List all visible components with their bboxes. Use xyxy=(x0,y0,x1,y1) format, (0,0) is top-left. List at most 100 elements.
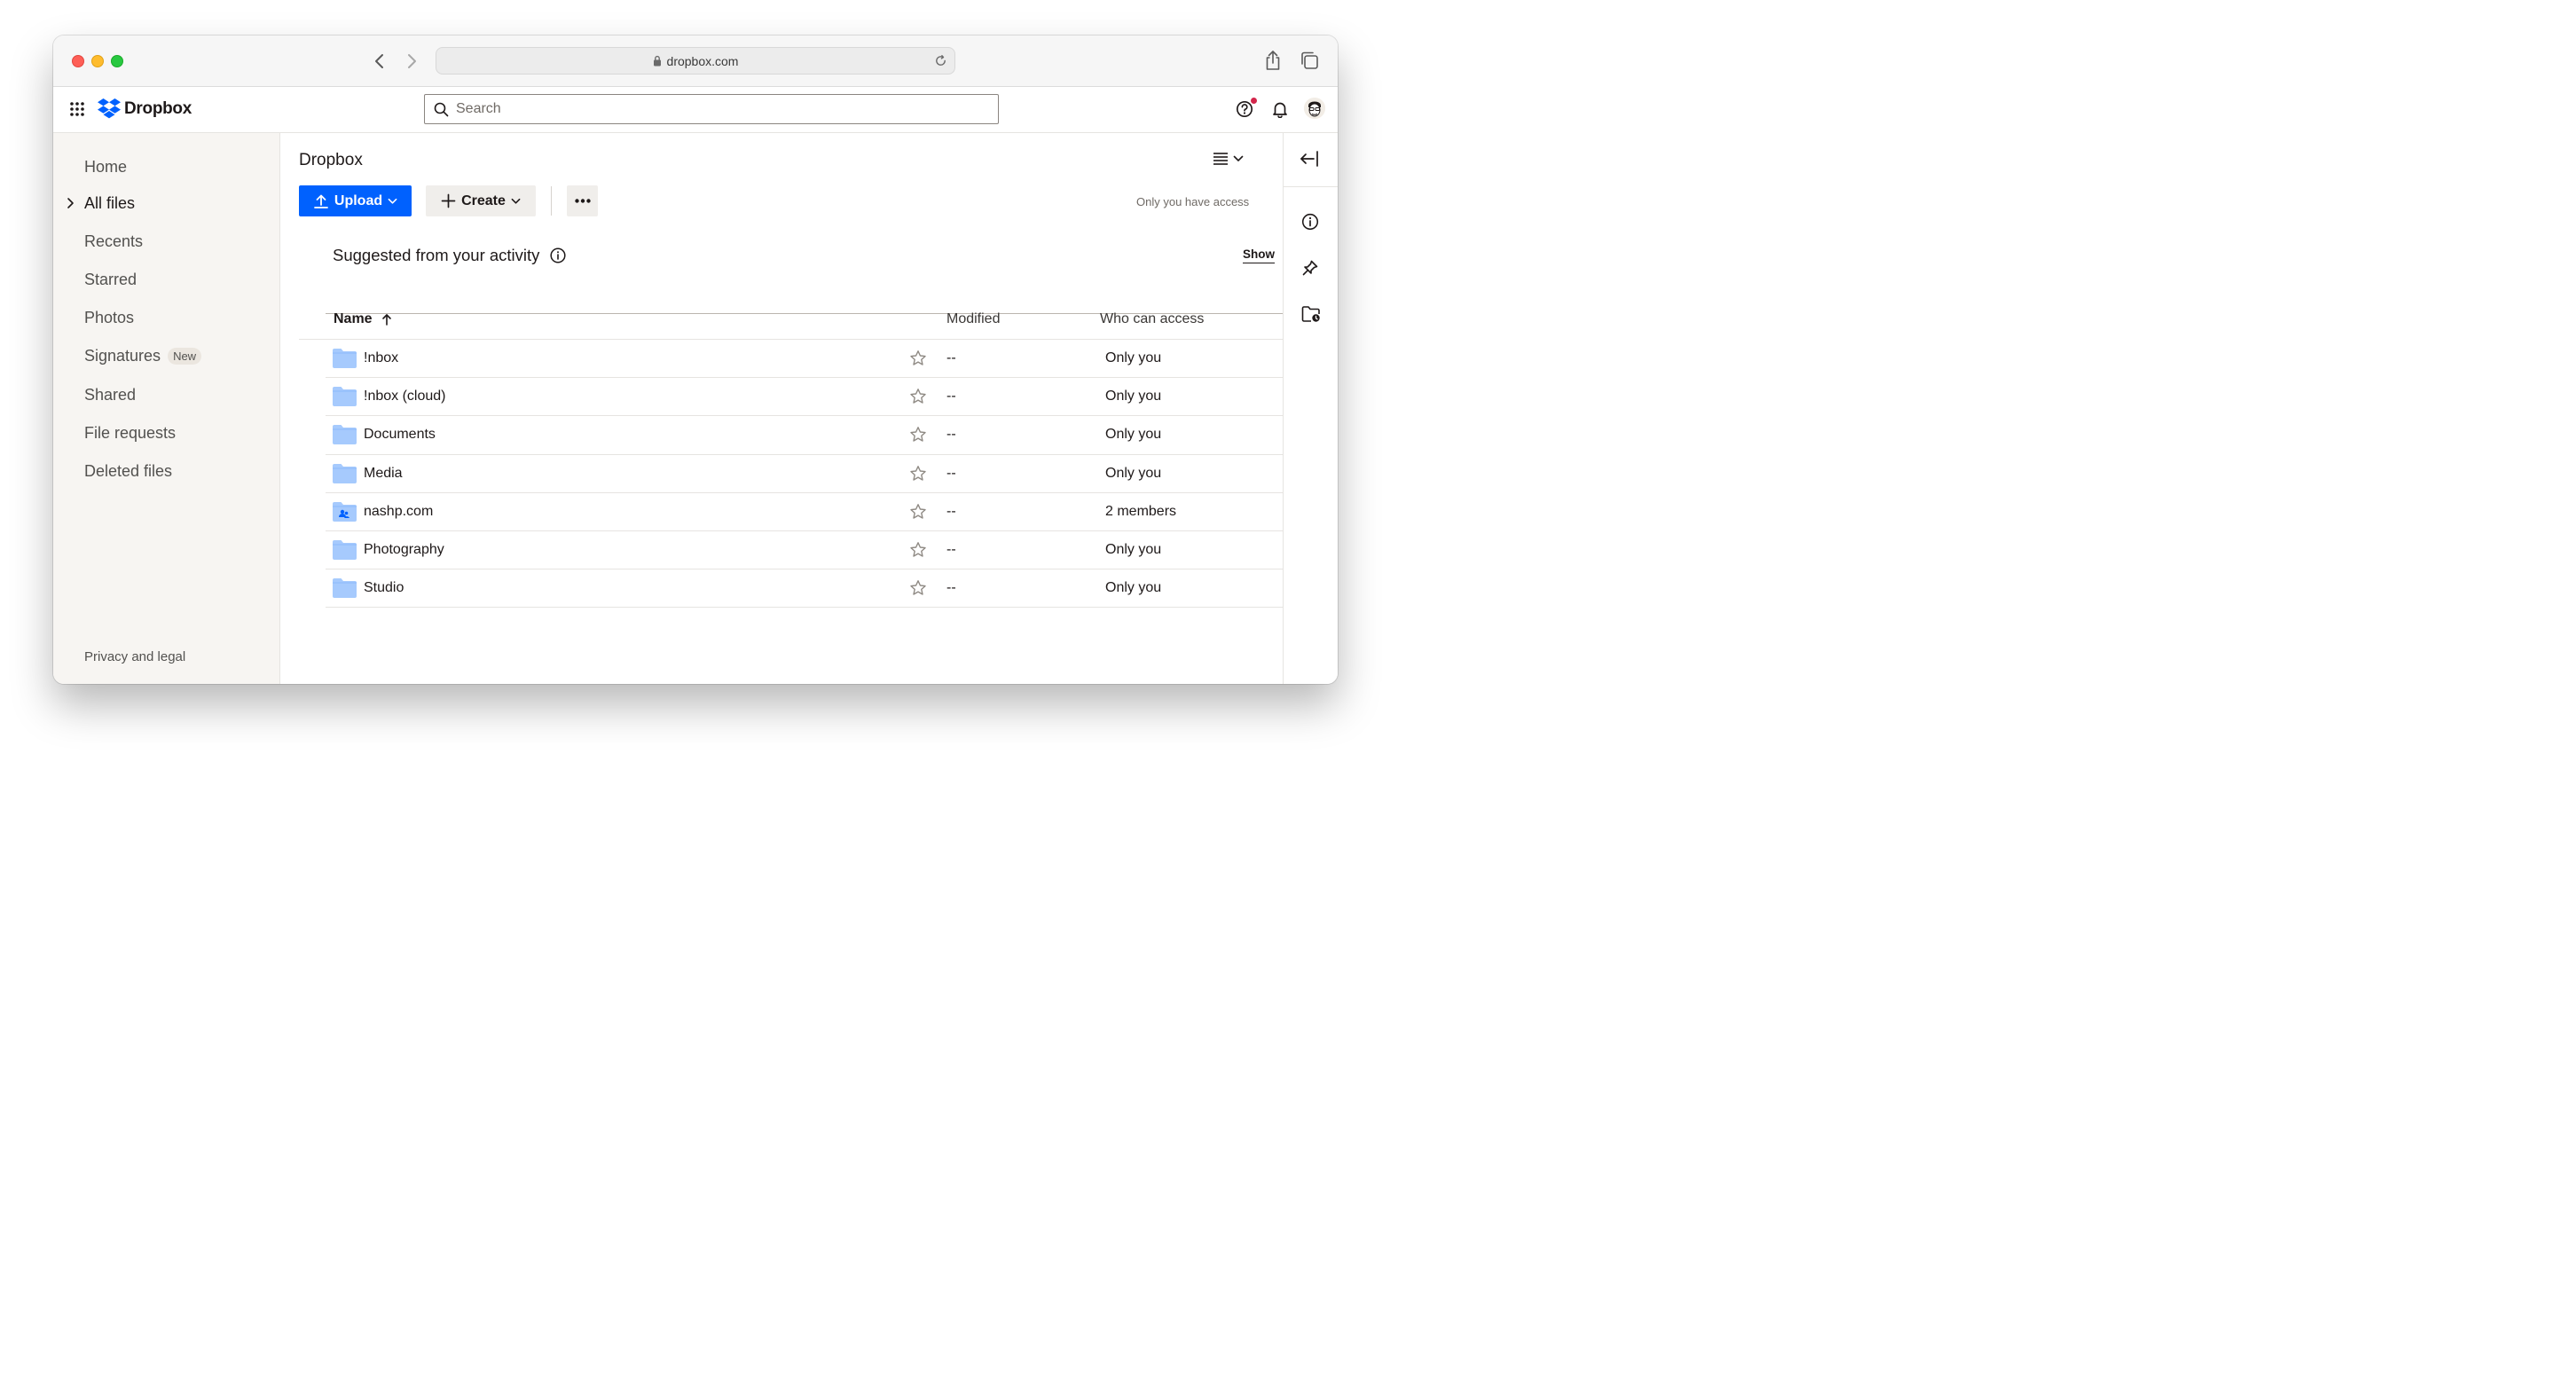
table-row[interactable]: Photography -- Only you xyxy=(326,531,1283,570)
star-icon[interactable] xyxy=(909,503,927,521)
reload-icon[interactable] xyxy=(934,54,947,67)
share-icon xyxy=(1266,51,1280,70)
info-icon[interactable] xyxy=(550,247,566,263)
modified-value: -- xyxy=(946,541,956,557)
dropbox-box-icon xyxy=(98,98,121,119)
share-button[interactable] xyxy=(1263,50,1283,75)
app-header: Dropbox xyxy=(53,87,1338,133)
sidebar-item-shared[interactable]: Shared xyxy=(84,386,136,404)
table-row[interactable]: !nbox (cloud) -- Only you xyxy=(326,378,1283,417)
chevron-down-icon xyxy=(511,198,521,204)
help-icon xyxy=(1236,100,1253,118)
access-note: Only you have access xyxy=(1136,195,1250,208)
info-icon[interactable] xyxy=(1301,213,1319,231)
table-row[interactable]: !nbox -- Only you xyxy=(326,340,1283,379)
app-grid-icon[interactable] xyxy=(69,101,85,117)
tabs-icon xyxy=(1301,51,1318,69)
zoom-window-button[interactable] xyxy=(111,55,123,67)
folder-icon xyxy=(333,539,357,560)
file-name: !nbox xyxy=(364,350,399,365)
suggested-section-title: Suggested from your activity xyxy=(333,246,566,265)
table-row[interactable]: Documents -- Only you xyxy=(326,416,1283,455)
details-rail xyxy=(1283,133,1338,684)
user-avatar-icon xyxy=(1304,98,1325,119)
suggested-title-text: Suggested from your activity xyxy=(333,246,540,264)
create-label: Create xyxy=(461,192,506,208)
folder-icon xyxy=(333,387,357,407)
notifications-button[interactable] xyxy=(1271,100,1289,122)
more-actions-button[interactable] xyxy=(567,185,598,216)
column-header-name[interactable]: Name xyxy=(334,311,392,327)
star-icon[interactable] xyxy=(909,579,927,597)
modified-value: -- xyxy=(946,580,956,596)
close-window-button[interactable] xyxy=(72,55,84,67)
help-button[interactable] xyxy=(1236,100,1253,122)
access-value: Only you xyxy=(1105,389,1162,404)
arrow-up-icon xyxy=(381,314,391,326)
file-name: Documents xyxy=(364,427,436,443)
folder-icon xyxy=(333,578,357,599)
table-row[interactable]: Studio -- Only you xyxy=(326,569,1283,609)
address-bar[interactable]: dropbox.com xyxy=(436,47,955,75)
access-value: 2 members xyxy=(1105,503,1177,519)
sidebar-item-file-requests[interactable]: File requests xyxy=(84,424,176,443)
search-icon xyxy=(434,102,449,116)
plus-icon xyxy=(441,193,456,208)
modified-value: -- xyxy=(946,503,956,519)
sidebar-item-deleted-files[interactable]: Deleted files xyxy=(84,462,172,481)
chevron-left-icon xyxy=(375,54,383,68)
privacy-legal-link[interactable]: Privacy and legal xyxy=(84,649,185,664)
table-row[interactable]: Media -- Only you xyxy=(326,455,1283,493)
show-suggestions-button[interactable]: Show xyxy=(1243,247,1275,263)
column-header-access[interactable]: Who can access xyxy=(1100,311,1204,327)
back-button[interactable] xyxy=(367,50,390,73)
dropbox-logo[interactable]: Dropbox xyxy=(98,98,192,119)
tab-overview-button[interactable] xyxy=(1300,51,1319,75)
file-list: !nbox -- Only you !nbox (cloud) -- Only … xyxy=(326,340,1283,609)
sidebar-item-label: Photos xyxy=(84,309,135,326)
sidebar-item-home[interactable]: Home xyxy=(84,158,127,177)
star-icon[interactable] xyxy=(909,388,927,405)
file-name: Photography xyxy=(364,541,444,557)
forward-button[interactable] xyxy=(401,50,424,73)
sidebar-item-label: File requests xyxy=(84,424,177,442)
modified-value: -- xyxy=(946,465,956,481)
star-icon[interactable] xyxy=(909,465,927,483)
sidebar-item-label: Recents xyxy=(84,232,144,250)
sidebar-item-starred[interactable]: Starred xyxy=(84,271,137,289)
create-button[interactable]: Create xyxy=(426,185,536,216)
sidebar-item-photos[interactable]: Photos xyxy=(84,309,134,327)
view-options-button[interactable] xyxy=(1213,153,1244,165)
shared-folder-icon xyxy=(333,501,357,522)
search-box[interactable] xyxy=(424,94,999,124)
column-name-label: Name xyxy=(334,311,373,326)
access-value: Only you xyxy=(1105,541,1162,557)
access-value: Only you xyxy=(1105,350,1162,365)
star-icon[interactable] xyxy=(909,541,927,559)
chevron-right-icon[interactable] xyxy=(66,197,75,209)
file-name: Studio xyxy=(364,580,404,596)
sidebar-item-label: Shared xyxy=(84,386,137,404)
folder-activity-icon[interactable] xyxy=(1301,305,1321,323)
star-icon[interactable] xyxy=(909,426,927,444)
chevron-right-icon xyxy=(408,54,416,68)
column-header-modified[interactable]: Modified xyxy=(946,311,1000,327)
sidebar-item-signatures[interactable]: Signatures New xyxy=(84,347,202,365)
file-name: !nbox (cloud) xyxy=(364,389,446,404)
sidebar-item-recents[interactable]: Recents xyxy=(84,232,143,251)
page-title: Dropbox xyxy=(299,151,363,169)
table-row[interactable]: nashp.com -- 2 members xyxy=(326,493,1283,531)
collapse-panel-icon[interactable] xyxy=(1300,150,1319,168)
star-icon[interactable] xyxy=(909,350,927,367)
minimize-window-button[interactable] xyxy=(91,55,104,67)
new-badge: New xyxy=(168,348,202,365)
sidebar-item-all-files[interactable]: All files xyxy=(84,194,135,213)
sidebar-item-label: Home xyxy=(84,158,128,176)
search-input[interactable] xyxy=(456,101,970,117)
upload-button[interactable]: Upload xyxy=(299,185,412,216)
avatar[interactable] xyxy=(1304,98,1325,119)
pin-icon[interactable] xyxy=(1301,259,1319,277)
upload-label: Upload xyxy=(334,192,383,208)
lock-icon xyxy=(653,55,662,67)
toolbar-divider xyxy=(551,186,552,216)
